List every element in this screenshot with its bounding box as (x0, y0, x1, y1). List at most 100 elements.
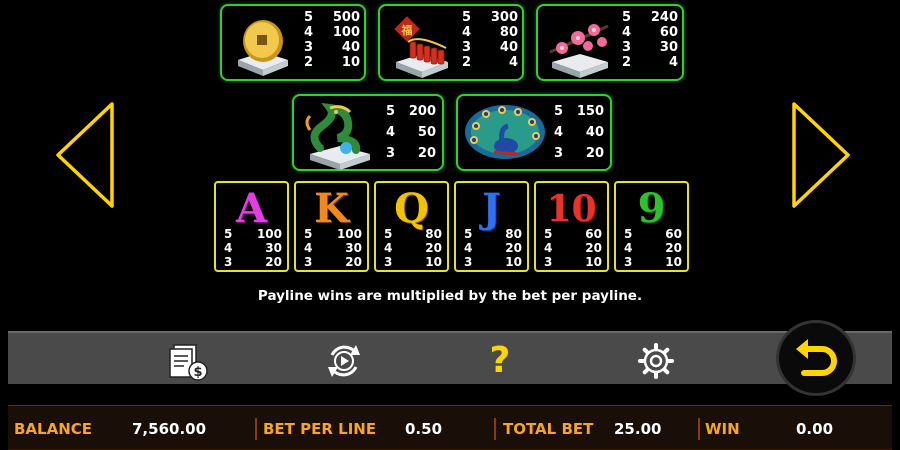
match-count: 2 (304, 55, 314, 70)
pay-row: 4 30 (304, 241, 362, 255)
payout: 200 (408, 104, 436, 119)
match-count: 5 (622, 10, 632, 25)
next-page-arrow[interactable] (788, 100, 854, 210)
pay-row: 3 10 (464, 255, 522, 269)
pay-list: 5 100 4 30 3 20 (304, 227, 362, 269)
pay-row: 3 20 (554, 146, 604, 167)
payout: 40 (341, 40, 360, 55)
payout: 60 (665, 227, 682, 241)
pay-card-plum-blossom: 5 240 4 60 3 30 24 (536, 4, 684, 81)
payout: 40 (499, 40, 518, 55)
match-count: 5 (554, 104, 564, 119)
payout: 100 (256, 227, 282, 241)
payout: 4 (508, 55, 518, 70)
match-count: 3 (386, 146, 396, 161)
payout: 10 (585, 255, 602, 269)
pay-list: 5 300 4 80 3 40 2 4 (462, 10, 518, 70)
back-button[interactable] (776, 320, 856, 396)
back-icon (796, 339, 837, 376)
autoplay-button[interactable] (324, 341, 364, 381)
bet-per-line-label: BET PER LINE (263, 420, 377, 438)
match-count: 4 (386, 125, 396, 140)
match-count: 4 (224, 241, 233, 255)
pay-row: 4 100 (304, 25, 360, 40)
pay-row: 5 240 (622, 10, 678, 25)
match-count: 3 (464, 255, 473, 269)
match-count: 2 (462, 55, 472, 70)
pay-card-9: 9 5 60 4 20 3 10 (614, 181, 689, 272)
pay-row: 5 150 (554, 104, 604, 125)
pay-card-gold-coin: 5 500 4 100 3 40 2 10 (220, 4, 366, 81)
payout: 20 (585, 146, 604, 161)
pay-row: 5 500 (304, 10, 360, 25)
pay-list: 5 500 4 100 3 40 2 10 (304, 10, 360, 70)
pay-list: 5 60 4 20 3 10 (544, 227, 602, 269)
pay-row: 2 10 (304, 55, 360, 70)
paytable-button[interactable]: $ (168, 341, 208, 381)
pay-row: 4 20 (624, 241, 682, 255)
payout: 100 (336, 227, 362, 241)
pay-row: 4 20 (544, 241, 602, 255)
win-value: 0.00 (796, 420, 834, 438)
payout: 10 (505, 255, 522, 269)
payout: 240 (650, 10, 678, 25)
match-count: 5 (544, 227, 553, 241)
pay-row: 4 20 (384, 241, 442, 255)
pay-row: 5 300 (462, 10, 518, 25)
match-count: 4 (384, 241, 393, 255)
match-count: 5 (384, 227, 393, 241)
pay-list: 5 80 4 20 3 10 (384, 227, 442, 269)
pay-card-Q: Q 5 80 4 20 3 10 (374, 181, 449, 272)
match-count: 4 (462, 25, 472, 40)
pay-row: 4 30 (224, 241, 282, 255)
pay-row: 3 40 (304, 40, 360, 55)
payout: 20 (265, 255, 282, 269)
pay-list: 5 240 4 60 3 30 24 (622, 10, 678, 70)
pay-card-peacock: 5 150 4 40 3 20 (456, 94, 612, 171)
pay-row: 3 10 (384, 255, 442, 269)
match-count: 5 (462, 10, 472, 25)
help-button[interactable]: ? (480, 341, 520, 381)
paytable-icon: $ (169, 344, 208, 381)
payout: 4 (668, 55, 678, 70)
payout: 20 (665, 241, 682, 255)
match-count: 3 (544, 255, 553, 269)
pay-row: 3 10 (624, 255, 682, 269)
pay-row: 3 20 (304, 255, 362, 269)
match-count: 3 (384, 255, 393, 269)
match-count: 5 (386, 104, 396, 119)
pay-list: 5 100 4 30 3 20 (224, 227, 282, 269)
pay-row: 5 100 (304, 227, 362, 241)
payout: 80 (499, 25, 518, 40)
symbol-letter-9: 9 (637, 185, 666, 232)
firecracker-icon: 福 (394, 16, 448, 78)
payout: 50 (417, 125, 436, 140)
payout: 80 (505, 227, 522, 241)
payout: 60 (659, 25, 678, 40)
dragon-icon (305, 102, 370, 170)
match-count: 3 (462, 40, 472, 55)
match-count: 3 (224, 255, 233, 269)
pay-card-10: 10 5 60 4 20 3 10 (534, 181, 609, 272)
match-count: 5 (304, 227, 313, 241)
pay-row: 3 40 (462, 40, 518, 55)
payline-note: Payline wins are multiplied by the bet p… (257, 288, 643, 304)
prev-page-arrow[interactable] (52, 100, 118, 210)
pay-row: 5 80 (464, 227, 522, 241)
pay-card-K: K 5 100 4 30 3 20 (294, 181, 369, 272)
payout: 100 (332, 25, 360, 40)
symbol-letter-j: J (482, 185, 501, 232)
svg-text:福: 福 (401, 23, 413, 37)
divider (494, 418, 496, 440)
payout: 150 (576, 104, 604, 119)
settings-button[interactable] (636, 341, 676, 381)
match-count: 4 (304, 241, 313, 255)
payout: 20 (425, 241, 442, 255)
pay-row: 4 40 (554, 125, 604, 146)
pay-row: 3 30 (622, 40, 678, 55)
match-count: 5 (624, 227, 633, 241)
win-label: WIN (705, 420, 740, 438)
pay-row: 5 100 (224, 227, 282, 241)
payout: 10 (665, 255, 682, 269)
pay-row: 5 200 (386, 104, 436, 125)
